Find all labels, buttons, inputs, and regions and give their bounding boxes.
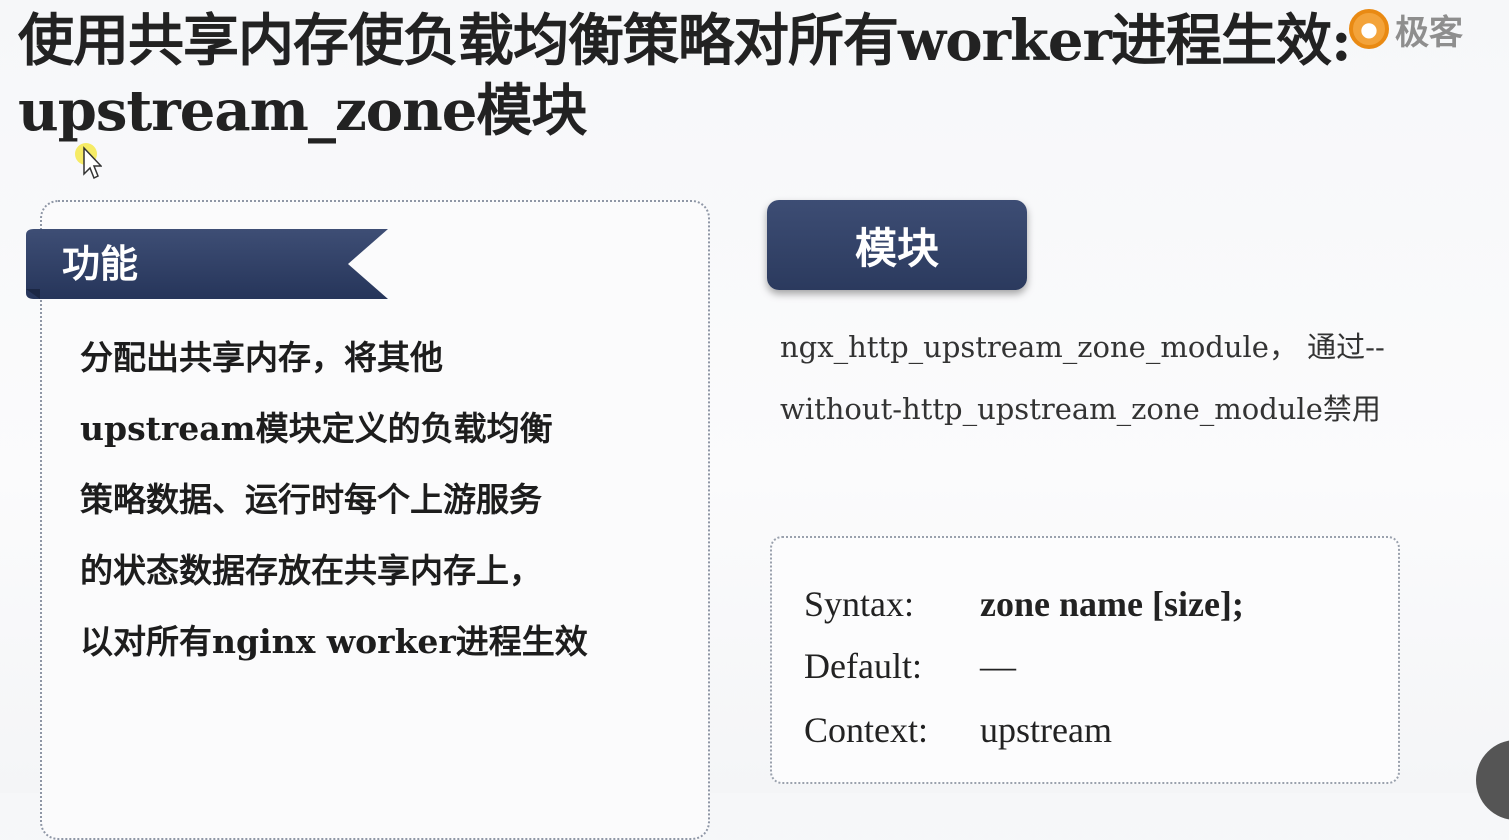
module-description: ngx_http_upstream_zone_module， 通过-- with… xyxy=(780,316,1440,440)
syntax-value: zone name [size]; xyxy=(980,584,1244,624)
brand-logo-name: 极客 xyxy=(1395,12,1463,53)
default-value: — xyxy=(980,646,1016,686)
function-line: 分配出共享内存，将其他 xyxy=(80,338,443,377)
default-row: Default: — xyxy=(804,636,1016,696)
context-row: Context: upstream xyxy=(804,700,1112,760)
function-line: upstream模块定义的负载均衡 xyxy=(80,409,553,448)
default-key: Default: xyxy=(804,646,922,686)
corner-decoration xyxy=(1476,740,1509,820)
context-key: Context: xyxy=(804,710,928,750)
function-line: 策略数据、运行时每个上游服务 xyxy=(80,480,542,519)
slide-title: 使用共享内存使负载均衡策略对所有worker进程生效: upstream_zon… xyxy=(18,6,1508,146)
function-description: 分配出共享内存，将其他 upstream模块定义的负载均衡 策略数据、运行时每个… xyxy=(80,322,690,677)
module-line: ngx_http_upstream_zone_module， 通过-- xyxy=(780,330,1385,364)
slide-title-line-1: 使用共享内存使负载均衡策略对所有worker进程生效: xyxy=(18,8,1352,74)
function-line: 以对所有nginx worker进程生效 xyxy=(80,622,588,661)
brand-logo: ● 极客 xyxy=(1349,6,1509,53)
syntax-row: Syntax: zone name [size]; xyxy=(804,574,1244,634)
mouse-cursor-icon xyxy=(75,143,102,180)
brand-logo-icon: ● xyxy=(1349,9,1389,49)
function-label: 功能 xyxy=(62,242,139,286)
slide-title-line-2: upstream_zone模块 xyxy=(18,78,587,144)
syntax-key: Syntax: xyxy=(804,584,915,624)
context-value: upstream xyxy=(980,710,1112,750)
module-label-box: 模块 xyxy=(767,200,1027,290)
function-line: 的状态数据存放在共享内存上， xyxy=(80,551,542,590)
module-line: without-http_upstream_zone_module禁用 xyxy=(780,392,1381,426)
